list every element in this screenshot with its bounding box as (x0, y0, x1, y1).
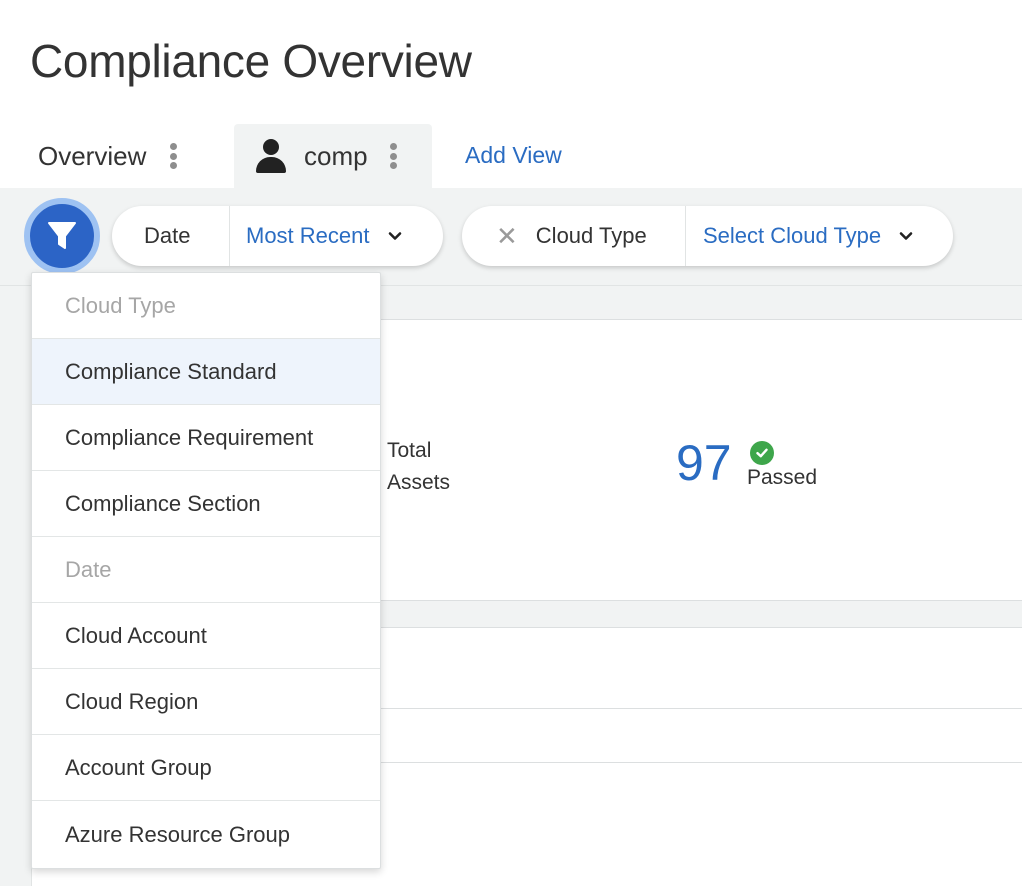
filter-button[interactable] (24, 198, 100, 274)
menu-item-azure-resource-group[interactable]: Azure Resource Group (32, 801, 380, 868)
tab-overview[interactable]: Overview (38, 124, 178, 188)
passed-label: Passed (747, 466, 818, 489)
chevron-down-icon (899, 232, 913, 240)
tab-comp-label: comp (304, 140, 368, 171)
menu-item-cloud-account[interactable]: Cloud Account (32, 603, 380, 669)
filter-dropdown-menu: Cloud Type Compliance Standard Complianc… (31, 272, 381, 869)
cloud-type-filter-label: Cloud Type (535, 223, 647, 248)
kebab-menu-icon[interactable] (389, 143, 397, 169)
left-strip (0, 286, 32, 886)
cloud-type-filter-label-group: ✕ Cloud Type (462, 206, 685, 266)
check-circle-icon (750, 441, 774, 465)
menu-item-cloud-region[interactable]: Cloud Region (32, 669, 380, 735)
tab-overview-label: Overview (38, 140, 147, 171)
menu-item-date: Date (32, 537, 380, 603)
passed-count: 97 (676, 435, 732, 491)
menu-item-compliance-standard[interactable]: Compliance Standard (32, 339, 380, 405)
cloud-type-filter-value: Select Cloud Type (703, 223, 882, 248)
filter-icon (48, 222, 76, 249)
date-filter-select[interactable]: Most Recent (230, 206, 402, 266)
menu-item-compliance-section[interactable]: Compliance Section (32, 471, 380, 537)
kebab-menu-icon[interactable] (170, 143, 178, 169)
menu-item-account-group[interactable]: Account Group (32, 735, 380, 801)
user-icon (256, 139, 286, 173)
date-filter-pill[interactable]: Date Most Recent (112, 206, 443, 266)
close-icon[interactable]: ✕ (496, 221, 518, 252)
menu-item-compliance-requirement[interactable]: Compliance Requirement (32, 405, 380, 471)
page-title: Compliance Overview (30, 35, 472, 87)
cloud-type-filter-pill[interactable]: ✕ Cloud Type Select Cloud Type (462, 206, 953, 266)
add-view-link[interactable]: Add View (465, 142, 562, 169)
chevron-down-icon (388, 232, 401, 240)
tab-comp[interactable]: comp (234, 124, 432, 188)
menu-item-cloud-type: Cloud Type (32, 273, 380, 339)
date-filter-label: Date (144, 223, 191, 248)
cloud-type-filter-select[interactable]: Select Cloud Type (686, 206, 913, 266)
date-filter-value: Most Recent (246, 223, 370, 248)
total-assets-label: Total Assets (387, 439, 451, 494)
